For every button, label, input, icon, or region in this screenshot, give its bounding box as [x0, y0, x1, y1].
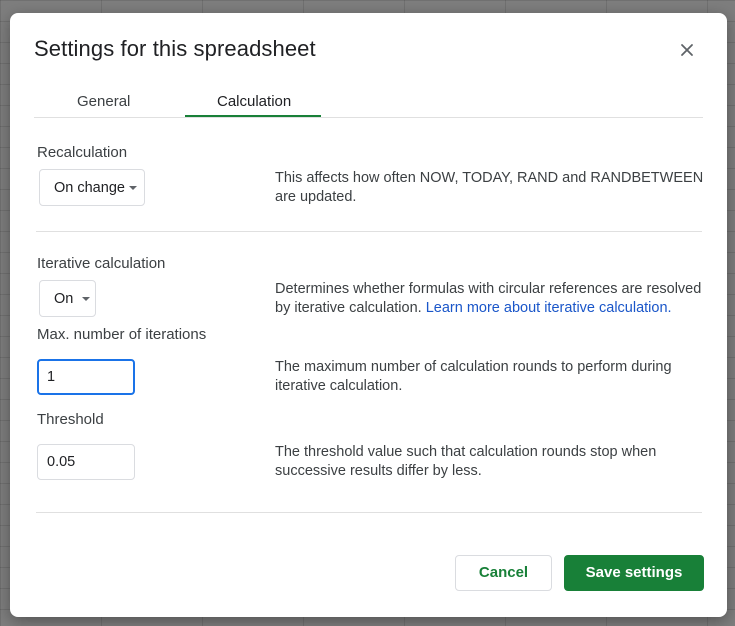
iterative-calculation-selected: On — [54, 291, 74, 307]
recalculation-dropdown[interactable]: On change — [39, 169, 145, 206]
threshold-input[interactable] — [37, 444, 135, 480]
iterative-calculation-description: Determines whether formulas with circula… — [275, 280, 705, 318]
threshold-description: The threshold value such that calculatio… — [275, 444, 657, 479]
iterative-calculation-label: Iterative calculation — [37, 255, 166, 272]
caret-down-icon — [82, 297, 90, 301]
active-tab-indicator — [185, 115, 321, 117]
save-settings-button[interactable]: Save settings — [564, 555, 704, 591]
section-divider — [36, 231, 702, 232]
tab-calculation[interactable]: Calculation — [217, 93, 291, 110]
max-iterations-input[interactable] — [37, 359, 135, 395]
settings-dialog: Settings for this spreadsheet General Ca… — [10, 13, 727, 617]
cancel-button[interactable]: Cancel — [455, 555, 552, 591]
tab-general[interactable]: General — [77, 93, 130, 110]
threshold-label: Threshold — [37, 411, 104, 428]
recalculation-label: Recalculation — [37, 144, 128, 161]
close-button[interactable] — [675, 38, 699, 62]
caret-down-icon — [129, 186, 137, 190]
recalculation-description: This affects how often NOW, TODAY, RAND … — [275, 170, 704, 205]
section-divider — [36, 512, 702, 513]
tab-bar: General Calculation — [34, 89, 703, 118]
recalculation-selected: On change — [54, 180, 125, 196]
close-icon — [681, 44, 693, 56]
iterative-calculation-dropdown[interactable]: On — [39, 280, 96, 317]
dialog-title: Settings for this spreadsheet — [34, 36, 316, 61]
max-iterations-label: Max. number of iterations — [37, 326, 207, 343]
max-iterations-description: The maximum number of calculation rounds… — [275, 359, 672, 394]
learn-more-link[interactable]: Learn more about iterative calculation. — [426, 300, 672, 316]
